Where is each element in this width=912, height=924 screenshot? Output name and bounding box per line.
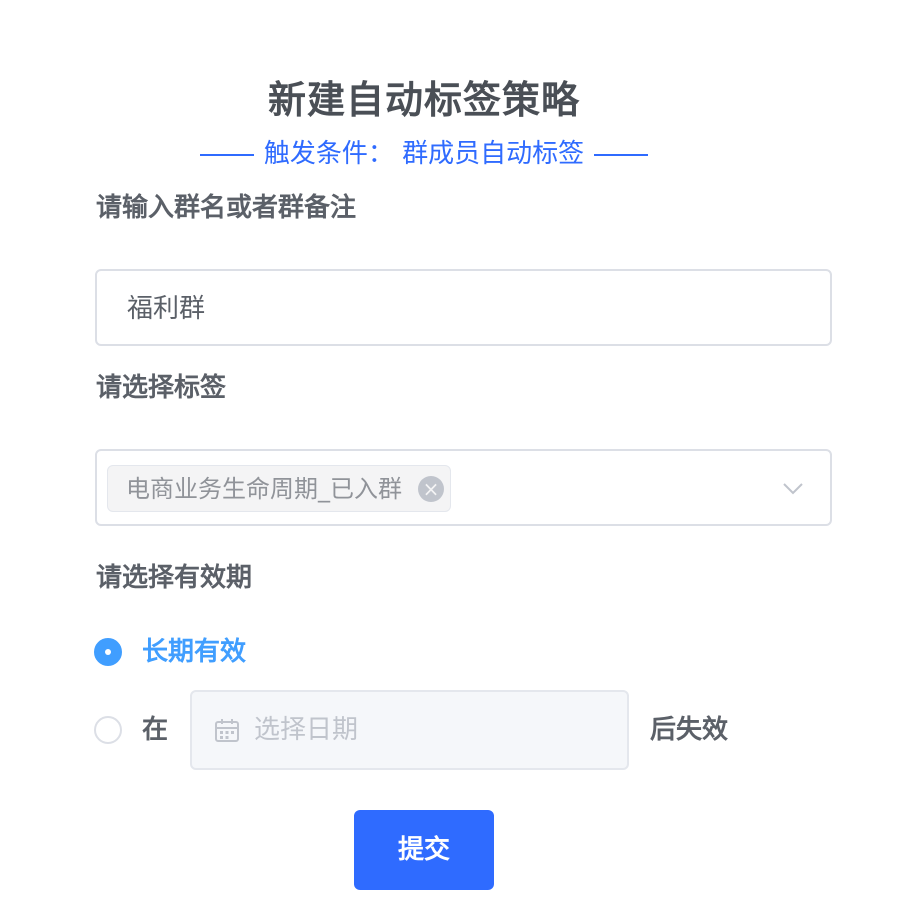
page-subtitle: 触发条件： 群成员自动标签 <box>0 136 848 172</box>
tag-select-label: 请选择标签 <box>96 373 227 403</box>
selected-tag: 电商业务生命周期_已入群 × <box>107 465 451 512</box>
group-name-label: 请输入群名或者群备注 <box>96 193 357 223</box>
subtitle-trigger-label: 触发条件： <box>263 139 394 169</box>
radio-expire-on-date[interactable] <box>94 716 122 744</box>
close-circle-icon[interactable]: × <box>418 476 444 502</box>
selected-tag-label: 电商业务生命周期_已入群 <box>126 475 402 503</box>
validity-label: 请选择有效期 <box>96 563 253 593</box>
radio-long-term[interactable] <box>94 638 122 666</box>
radio-long-term-label[interactable]: 长期有效 <box>142 634 246 670</box>
subtitle-left-dash <box>199 153 254 156</box>
group-name-input[interactable]: 福利群 <box>95 269 832 346</box>
expire-suffix-label: 后失效 <box>650 715 729 745</box>
expire-date-picker[interactable]: 选择日期 <box>190 690 629 770</box>
expire-date-placeholder: 选择日期 <box>254 715 359 745</box>
radio-expire-prefix-label[interactable]: 在 <box>142 712 168 748</box>
page-title: 新建自动标签策略 <box>267 78 580 122</box>
tag-select[interactable]: 电商业务生命周期_已入群 × <box>95 449 832 526</box>
subtitle-trigger-value: 群成员自动标签 <box>402 139 585 169</box>
submit-button[interactable]: 提交 <box>354 810 494 890</box>
calendar-icon <box>215 719 239 742</box>
chevron-down-icon[interactable] <box>782 477 804 499</box>
subtitle-right-dash <box>594 153 649 156</box>
group-name-input-value: 福利群 <box>127 294 206 324</box>
